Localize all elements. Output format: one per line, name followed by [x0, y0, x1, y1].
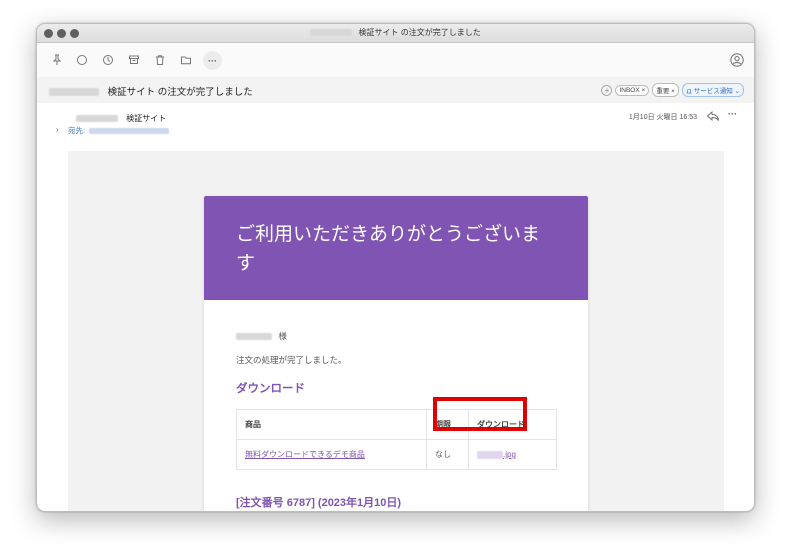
download-file-link[interactable]: .jpg [477, 450, 516, 459]
file-extension: .jpg [503, 450, 516, 459]
label-list: + INBOX × 重要 × サービス通知 ⌄ [601, 83, 744, 97]
window-title: 検証サイト の注文が完了しました [358, 28, 481, 37]
email-hero: ご利用いただきありがとうございます [204, 196, 588, 300]
hero-title: ご利用いただきありがとうございます [236, 223, 541, 274]
download-table: 商品 期限 ダウンロード 無料ダウンロードできるデモ商品 なし .jpg [236, 409, 557, 470]
order-processed-text: 注文の処理が完了しました。 [236, 355, 347, 365]
more-actions-button[interactable]: ··· [203, 51, 222, 70]
redacted-sender [49, 88, 99, 97]
expand-recipients-icon[interactable]: › [56, 125, 59, 134]
sender-name: 検証サイト [126, 114, 167, 123]
greeting: 様 [236, 330, 556, 342]
product-link[interactable]: 無料ダウンロードできるデモ商品 [245, 450, 365, 459]
email-card: ご利用いただきありがとうございます 様 注文の処理が完了しました。 ダウンロード… [204, 196, 588, 511]
message-header: 検証サイト › 宛先: 1月10日 火曜日 16:53 ··· [46, 103, 747, 151]
table-row: 無料ダウンロードできるデモ商品 なし .jpg [236, 439, 557, 470]
bell-icon [686, 88, 692, 94]
download-heading: ダウンロード [236, 383, 305, 395]
redacted-sender [310, 29, 353, 37]
product-cell: 無料ダウンロードできるデモ商品 [236, 439, 427, 470]
label-service-notification[interactable]: サービス通知 ⌄ [681, 83, 744, 97]
clock-icon[interactable] [99, 51, 117, 69]
label-inbox[interactable]: INBOX × [615, 84, 650, 96]
to-label: 宛先: [68, 126, 86, 135]
mail-window: 検証サイト の注文が完了しました ··· 検証サイト の注文が完了しました + … [36, 23, 755, 512]
recipients[interactable]: 宛先: [68, 125, 170, 136]
redacted-filename [477, 450, 503, 459]
mark-unread-icon[interactable] [73, 51, 91, 69]
pin-icon[interactable] [48, 51, 66, 69]
user-account-icon[interactable] [728, 51, 746, 69]
move-folder-icon[interactable] [177, 51, 195, 69]
title-bar: 検証サイト の注文が完了しました [37, 24, 754, 43]
archive-icon[interactable] [125, 51, 143, 69]
email-body: 様 注文の処理が完了しました。 ダウンロード 商品 期限 ダウンロード 無料ダウ… [204, 300, 588, 510]
add-label-icon[interactable]: + [601, 84, 613, 96]
message-more-button[interactable]: ··· [728, 109, 737, 119]
column-header-product: 商品 [236, 409, 427, 440]
order-number-heading: [注文番号 6787] (2023年1月10日) [236, 497, 402, 509]
sender[interactable]: 検証サイト [76, 113, 166, 124]
label-important[interactable]: 重要 × [652, 83, 679, 97]
download-cell: .jpg [468, 439, 557, 470]
email-background: ご利用いただきありがとうございます 様 注文の処理が完了しました。 ダウンロード… [68, 151, 724, 511]
subject-title: 検証サイト の注文が完了しました [107, 87, 253, 98]
reply-icon[interactable] [706, 109, 720, 122]
trash-icon[interactable] [151, 51, 169, 69]
redacted-customer-name [236, 333, 272, 341]
table-header-row: 商品 期限 ダウンロード [236, 409, 557, 440]
honorific: 様 [278, 331, 287, 341]
toolbar: ··· [37, 43, 754, 77]
message-date: 1月10日 火曜日 16:53 [628, 114, 697, 121]
redacted-recipient [89, 128, 170, 135]
subject-bar: 検証サイト の注文が完了しました + INBOX × 重要 × サービス通知 ⌄ [37, 77, 754, 103]
redacted-sender-name [76, 115, 118, 123]
reading-pane: 検証サイト › 宛先: 1月10日 火曜日 16:53 ··· ご利用いただきあ… [46, 103, 747, 511]
column-header-expiry: 期限 [426, 409, 469, 440]
label-service-notification-text: サービス通知 ⌄ [693, 88, 740, 95]
expiry-cell: なし [426, 439, 469, 470]
column-header-download: ダウンロード [468, 409, 557, 440]
